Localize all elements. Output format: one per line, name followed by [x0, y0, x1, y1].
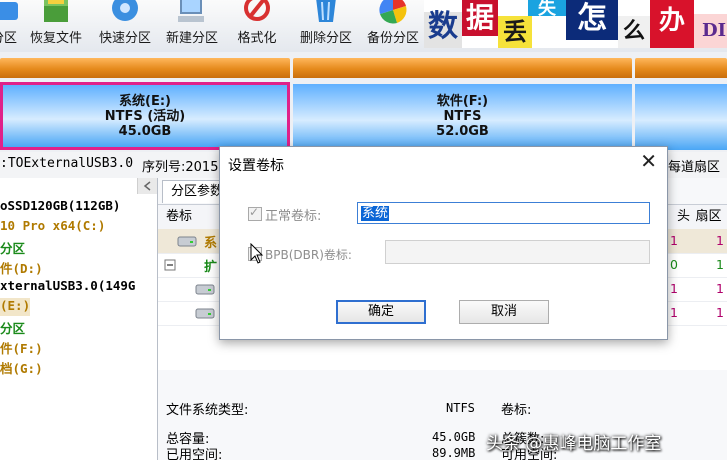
tree-item[interactable]: 档(G:) [0, 358, 43, 376]
row-sector: 1 [716, 233, 724, 248]
chevron-left-icon [143, 181, 151, 191]
fs-type-label: 文件系统类型: [166, 403, 249, 418]
disk-tree: oSSD120GB(112GB) 10 Pro x64(C:) 分区 件(D:) xte… [0, 178, 158, 460]
dialog-title: 设置卷标 [228, 158, 284, 174]
mouse-cursor-icon [250, 243, 264, 264]
partition-map: 系统(E:) NTFS (活动) 45.0GB 软件(F:) NTFS 52.0… [0, 52, 727, 152]
partition-name: 软件(F:) [436, 94, 489, 109]
cancel-button[interactable]: 取消 [459, 300, 549, 324]
toolbar-label: 备份分区 [366, 31, 419, 46]
partition-size: 45.0GB [118, 124, 172, 139]
partition-size: 52.0GB [436, 124, 489, 139]
tree-item[interactable]: (E:) [0, 298, 30, 316]
tree-item[interactable]: xternalUSB3.0(149G [0, 278, 135, 296]
format-icon [244, 0, 270, 21]
toolbar-backup-partition-button[interactable]: 备份分区 [362, 0, 424, 52]
banner-char: 怎 [566, 0, 618, 40]
toolbar-recover-file-button[interactable]: 恢复文件 [24, 0, 88, 52]
banner-char: 办 [650, 0, 694, 48]
banner-char: 据 [462, 0, 498, 36]
banner-char: 么 [618, 16, 650, 48]
new-partition-icon [178, 0, 204, 22]
column-header-sector[interactable]: 扇区 [690, 205, 727, 229]
toolbar-new-partition-button[interactable]: 新建分区 [160, 0, 224, 52]
toolbar-label: 恢复文件 [29, 31, 82, 46]
toolbar-partition-button[interactable]: 分区 [0, 0, 22, 52]
tree-item[interactable]: 分区 [0, 238, 25, 256]
toolbar: 分区 恢复文件 快速分区 新建分区 格式化 删除分区 备份分区 [0, 0, 727, 53]
watermark-text: 头条 @惠峰电脑工作室 [486, 434, 662, 454]
row-sector: 1 [716, 281, 724, 296]
partition-name: 系统(E:) [119, 94, 171, 109]
toolbar-quick-partition-button[interactable]: 快速分区 [94, 0, 156, 52]
banner-char: 失 [528, 0, 566, 18]
total-capacity-value: 45.0GB [432, 430, 476, 444]
banner-char: 丢 [498, 16, 532, 48]
partition-next[interactable] [635, 58, 727, 150]
toolbar-label: 删除分区 [299, 31, 352, 46]
set-volume-label-dialog: 设置卷标 ✕ 正常卷标: 系统 BPB(DBR)卷标: 确定 取消 [219, 146, 668, 340]
banner-char: DI [694, 14, 727, 48]
toolbar-label: 分区 [0, 31, 17, 46]
bpb-label-caption: BPB(DBR)卷标: [265, 248, 352, 262]
partition-fs: NTFS (活动) [104, 109, 186, 124]
hdd-icon [195, 284, 215, 295]
toolbar-label: 快速分区 [98, 31, 151, 46]
normal-label-value: 系统 [361, 206, 390, 221]
row-volume-label: 系 [204, 236, 218, 251]
used-space-value: 89.9MB [432, 446, 476, 460]
column-header-head[interactable]: 头 [666, 205, 691, 229]
normal-label-caption: 正常卷标: [265, 209, 322, 224]
normal-label-input[interactable]: 系统 [357, 202, 650, 224]
recover-file-icon [44, 0, 68, 22]
normal-label-checkbox[interactable] [248, 205, 262, 221]
tree-scroll-arrow[interactable] [137, 178, 157, 194]
fs-type-value: NTFS [446, 401, 475, 415]
tree-item[interactable]: 件(D:) [0, 258, 43, 276]
volume-label-label: 卷标: [501, 403, 532, 418]
toolbar-delete-partition-button[interactable]: 删除分区 [294, 0, 358, 52]
hdd-icon [177, 236, 197, 247]
ok-button[interactable]: 确定 [336, 300, 426, 324]
banner-char: 数 [424, 12, 462, 48]
used-space-label: 已用空间: [166, 448, 223, 460]
toolbar-label: 格式化 [237, 31, 277, 46]
partition-software-f[interactable]: 软件(F:) NTFS 52.0GB [293, 58, 632, 150]
expand-icon[interactable] [164, 257, 186, 273]
backup-partition-icon [379, 0, 407, 24]
row-volume-label: 扩 [204, 260, 218, 275]
bpb-label-input[interactable] [385, 240, 650, 264]
row-sector: 1 [716, 305, 724, 320]
partition-fs: NTFS [443, 109, 482, 124]
promo-banner[interactable]: 数 据 丢 失 怎 么 办 DI [424, 0, 727, 48]
hdd-icon [195, 308, 215, 319]
row-sector: 1 [716, 257, 724, 272]
tree-item[interactable]: 10 Pro x64(C:) [0, 218, 105, 236]
tree-item[interactable]: 件(F:) [0, 338, 43, 356]
toolbar-format-button[interactable]: 格式化 [232, 0, 282, 52]
partition-system-e[interactable]: 系统(E:) NTFS (活动) 45.0GB [0, 58, 290, 150]
toolbar-label: 新建分区 [165, 31, 218, 46]
quick-partition-icon [112, 0, 138, 21]
tree-item[interactable]: 分区 [0, 318, 25, 336]
delete-partition-icon [316, 0, 336, 22]
close-icon[interactable]: ✕ [640, 151, 657, 171]
disk-model: :TOExternalUSB3.0 [0, 156, 134, 171]
disk-sectors-per-track: 每道扇区 [668, 160, 721, 175]
tree-item[interactable]: oSSD120GB(112GB) [0, 198, 120, 216]
disk-serial: 序列号:2015 [142, 160, 219, 175]
partition-icon [0, 2, 18, 20]
